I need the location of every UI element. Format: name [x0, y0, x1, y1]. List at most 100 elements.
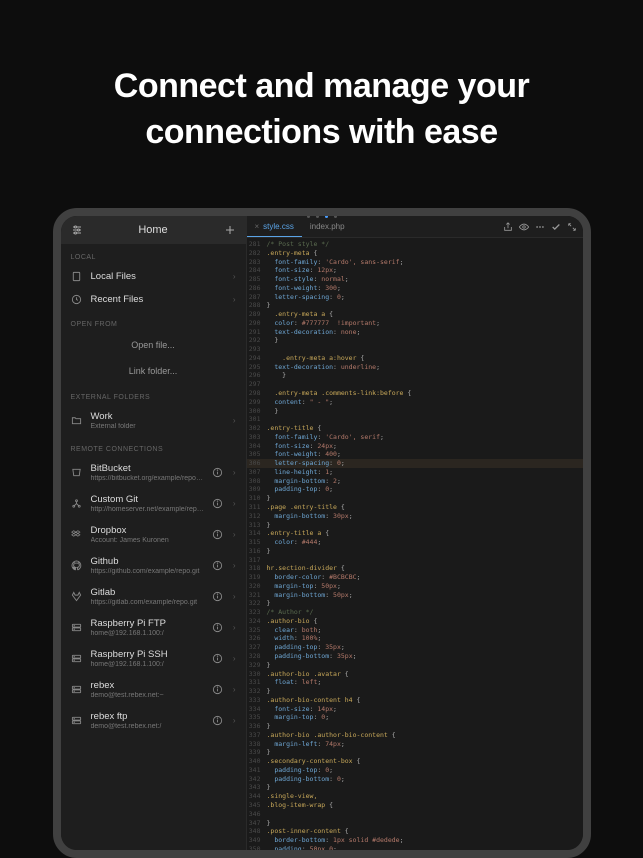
share-icon[interactable]: [503, 222, 513, 232]
chevron-right-icon: ›: [233, 561, 236, 570]
line-number: 314: [247, 529, 267, 538]
code-line: 305 font-weight: 400;: [247, 450, 583, 459]
sidebar-item[interactable]: Raspberry Pi SSHhome@192.168.1.100:/›: [61, 643, 246, 674]
line-number: 318: [247, 564, 267, 573]
info-icon[interactable]: [212, 684, 223, 695]
section-header-local: LOCAL: [61, 244, 246, 265]
line-number: 282: [247, 249, 267, 258]
line-number: 340: [247, 757, 267, 766]
tablet-camera-notch: [307, 215, 337, 218]
code-pane[interactable]: 281/* Post style */282.entry-meta {283 f…: [247, 238, 583, 850]
code-line: 335 margin-top: 0;: [247, 713, 583, 722]
tab-label: index.php: [310, 222, 345, 231]
line-number: 336: [247, 722, 267, 731]
chevron-right-icon: ›: [233, 716, 236, 725]
line-number: 331: [247, 678, 267, 687]
info-icon[interactable]: [212, 622, 223, 633]
sidebar-item[interactable]: Custom Githttp://homeserver.net/example/…: [61, 488, 246, 519]
code-line: 333.author-bio-content h4 {: [247, 696, 583, 705]
sidebar-item[interactable]: Raspberry Pi FTPhome@192.168.1.100:/›: [61, 612, 246, 643]
line-number: 289: [247, 310, 267, 319]
code-line: 343}: [247, 783, 583, 792]
line-number: 291: [247, 328, 267, 337]
line-number: 338: [247, 740, 267, 749]
sidebar-item[interactable]: DropboxAccount: James Kuronen›: [61, 519, 246, 550]
line-number: 311: [247, 503, 267, 512]
code-line: 285 font-style: normal;: [247, 275, 583, 284]
sidebar-item[interactable]: Githubhttps://github.com/example/repo.gi…: [61, 550, 246, 581]
line-number: 303: [247, 433, 267, 442]
line-number: 330: [247, 670, 267, 679]
line-number: 325: [247, 626, 267, 635]
code-line: 345.blog-item-wrap {: [247, 801, 583, 810]
close-icon[interactable]: ×: [255, 222, 260, 231]
tab[interactable]: ×style.css: [247, 216, 302, 237]
line-number: 349: [247, 836, 267, 845]
code-line: 300 }: [247, 407, 583, 416]
sidebar-item[interactable]: Recent Files›: [61, 288, 246, 311]
code-line: 301: [247, 415, 583, 424]
line-number: 324: [247, 617, 267, 626]
code-line: 307 line-height: 1;: [247, 468, 583, 477]
code-line: 308 margin-bottom: 2;: [247, 477, 583, 486]
code-line: 287 letter-spacing: 0;: [247, 293, 583, 302]
line-number: 335: [247, 713, 267, 722]
settings-icon[interactable]: [71, 224, 83, 236]
line-number: 341: [247, 766, 267, 775]
line-number: 283: [247, 258, 267, 267]
chevron-right-icon: ›: [233, 592, 236, 601]
line-number: 309: [247, 485, 267, 494]
line-number: 317: [247, 556, 267, 565]
info-icon[interactable]: [212, 498, 223, 509]
sidebar-item[interactable]: rebex ftpdemo@test.rebex.net:/›: [61, 705, 246, 736]
check-icon[interactable]: [551, 222, 561, 232]
info-icon[interactable]: [212, 467, 223, 478]
code-line: 292 }: [247, 336, 583, 345]
line-number: 288: [247, 301, 267, 310]
info-icon[interactable]: [212, 715, 223, 726]
open-link[interactable]: Link folder...: [61, 358, 246, 384]
preview-icon[interactable]: [519, 222, 529, 232]
info-icon[interactable]: [212, 591, 223, 602]
sidebar-item[interactable]: Local Files›: [61, 265, 246, 288]
editor: ×style.cssindex.php 281/* Post st: [247, 216, 583, 850]
sidebar-item[interactable]: WorkExternal folder›: [61, 405, 246, 436]
code-line: 342 padding-bottom: 0;: [247, 775, 583, 784]
code-line: 315 color: #444;: [247, 538, 583, 547]
code-line: 327 padding-top: 35px;: [247, 643, 583, 652]
sidebar-item-title: Recent Files: [91, 294, 225, 305]
sidebar-item-title: Work: [91, 411, 225, 422]
chevron-right-icon: ›: [233, 499, 236, 508]
sidebar-item[interactable]: rebexdemo@test.rebex.net:~›: [61, 674, 246, 705]
tab[interactable]: index.php: [302, 216, 353, 237]
info-icon[interactable]: [212, 560, 223, 571]
sidebar-item[interactable]: BitBuckethttps://bitbucket.org/example/r…: [61, 457, 246, 488]
fullscreen-icon[interactable]: [567, 222, 577, 232]
line-number: 300: [247, 407, 267, 416]
line-number: 321: [247, 591, 267, 600]
section-header-external: EXTERNAL FOLDERS: [61, 384, 246, 405]
line-number: 286: [247, 284, 267, 293]
bucket-icon: [71, 467, 83, 478]
line-number: 339: [247, 748, 267, 757]
code-line: 325 clear: both;: [247, 626, 583, 635]
add-icon[interactable]: [224, 224, 236, 236]
code-line: 288}: [247, 301, 583, 310]
code-line: 319 border-color: #BCBCBC;: [247, 573, 583, 582]
code-line: 306 letter-spacing: 0;: [247, 459, 583, 468]
info-icon[interactable]: [212, 529, 223, 540]
code-line: 310}: [247, 494, 583, 503]
code-line: 347}: [247, 819, 583, 828]
line-number: 297: [247, 380, 267, 389]
line-number: 322: [247, 599, 267, 608]
line-number: 281: [247, 240, 267, 249]
code-line: 298 .entry-meta .comments-link:before {: [247, 389, 583, 398]
line-number: 301: [247, 415, 267, 424]
open-link[interactable]: Open file...: [61, 332, 246, 358]
sidebar-item[interactable]: Gitlabhttps://gitlab.com/example/repo.gi…: [61, 581, 246, 612]
info-icon[interactable]: [212, 653, 223, 664]
line-number: 344: [247, 792, 267, 801]
tab-bar: ×style.css index.php: [247, 216, 583, 238]
line-number: 347: [247, 819, 267, 828]
more-icon[interactable]: [535, 222, 545, 232]
